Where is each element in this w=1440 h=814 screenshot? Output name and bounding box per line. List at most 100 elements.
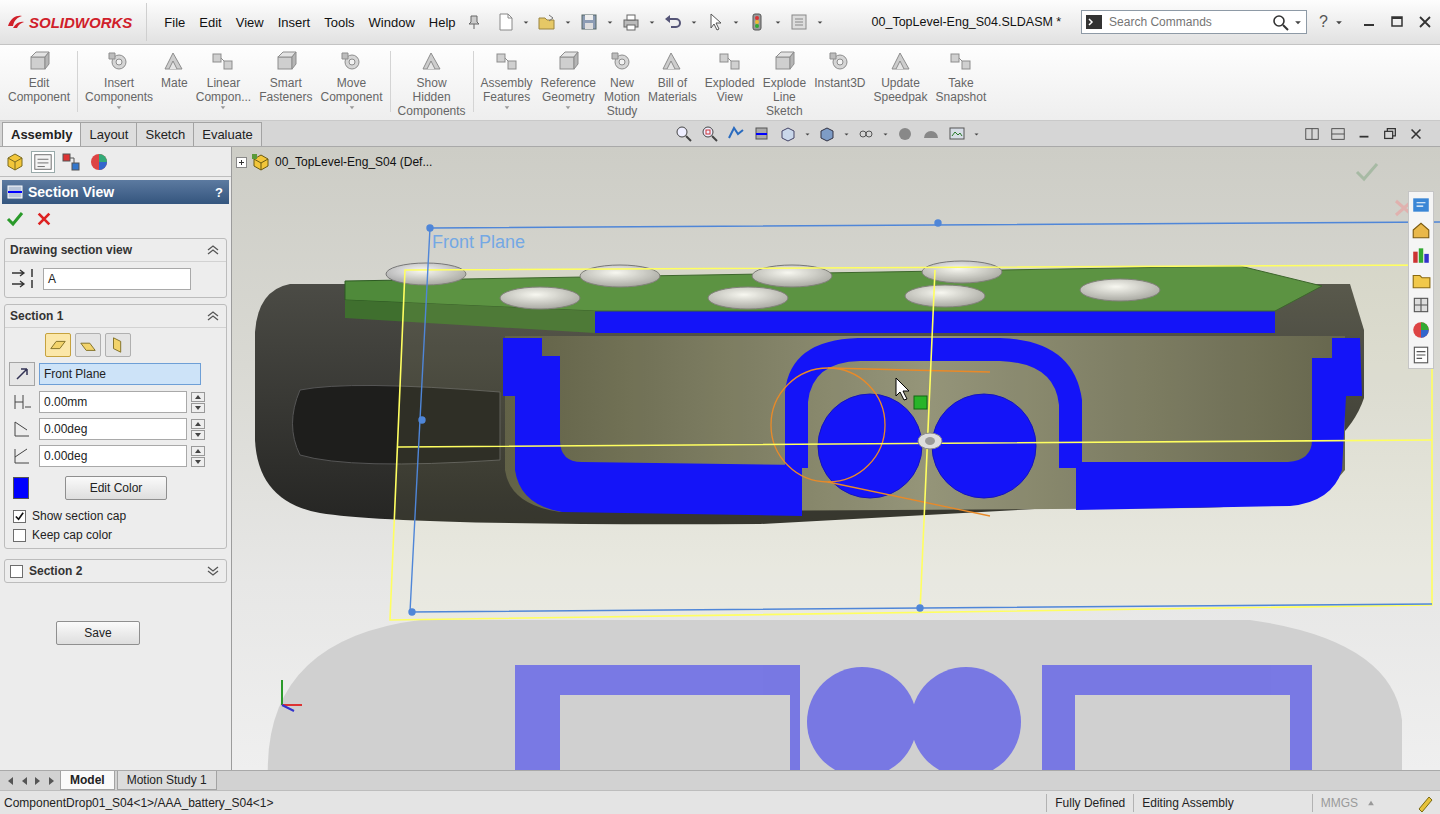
nav-first-icon[interactable] bbox=[4, 773, 16, 789]
nav-last-icon[interactable] bbox=[46, 773, 58, 789]
scene-icon[interactable] bbox=[921, 124, 941, 144]
menu-item[interactable]: Edit bbox=[192, 11, 228, 34]
home-icon[interactable] bbox=[1411, 220, 1431, 240]
dropdown-arrow-icon[interactable] bbox=[563, 104, 573, 112]
menu-item[interactable]: File bbox=[157, 11, 192, 34]
rebuild-status-icon[interactable] bbox=[1416, 794, 1434, 812]
ribbon-button[interactable]: TakeSnapshot bbox=[932, 49, 991, 104]
spinner-up-icon[interactable] bbox=[191, 419, 205, 429]
ribbon-button[interactable]: ExplodedView bbox=[701, 49, 759, 104]
command-tab[interactable]: Assembly bbox=[2, 122, 81, 146]
hide-show-icon[interactable] bbox=[856, 124, 876, 144]
ribbon-button[interactable]: Mate bbox=[157, 49, 192, 90]
reverse-direction-button[interactable] bbox=[9, 362, 35, 386]
dropdown-arrow-icon[interactable] bbox=[816, 16, 824, 28]
command-tab[interactable]: Evaluate bbox=[193, 122, 262, 146]
dropdown-arrow-icon[interactable] bbox=[973, 129, 980, 139]
ribbon-button[interactable]: ShowHiddenComponents bbox=[394, 49, 470, 118]
ribbon-button[interactable]: Instant3D bbox=[810, 49, 869, 90]
expand-plus-icon[interactable] bbox=[236, 157, 247, 168]
appearances-icon[interactable] bbox=[1411, 320, 1431, 340]
close-icon[interactable] bbox=[1408, 126, 1424, 142]
menu-item[interactable]: Help bbox=[422, 11, 463, 34]
menu-item[interactable]: Insert bbox=[271, 11, 318, 34]
tile-horizontal-icon[interactable] bbox=[1304, 126, 1320, 142]
view-palette-icon[interactable] bbox=[1411, 295, 1431, 315]
search-input[interactable] bbox=[1107, 14, 1267, 30]
view-orientation-icon[interactable] bbox=[778, 124, 798, 144]
edit-color-button[interactable]: Edit Color bbox=[65, 476, 167, 500]
file-explorer-icon[interactable] bbox=[1411, 270, 1431, 290]
dropdown-up-icon[interactable] bbox=[1366, 798, 1376, 808]
ok-check-icon[interactable] bbox=[1354, 161, 1380, 183]
plane-button[interactable] bbox=[45, 333, 71, 357]
plane-button[interactable] bbox=[105, 333, 131, 357]
dropdown-arrow-icon[interactable] bbox=[882, 129, 889, 139]
ribbon-button[interactable]: EditComponent bbox=[4, 49, 74, 104]
minimize-icon[interactable] bbox=[1356, 126, 1372, 142]
menu-item[interactable]: Window bbox=[362, 11, 422, 34]
plane-button[interactable] bbox=[75, 333, 101, 357]
magnifier-icon[interactable] bbox=[1271, 13, 1289, 31]
appearance-icon[interactable] bbox=[895, 124, 915, 144]
spinner-down-icon[interactable] bbox=[191, 430, 205, 440]
menu-item[interactable]: Tools bbox=[317, 11, 361, 34]
value-field[interactable]: 0.00mm bbox=[39, 391, 187, 413]
dropdown-arrow-icon[interactable] bbox=[1334, 16, 1344, 28]
new-document-icon[interactable] bbox=[495, 12, 515, 32]
flyout-tree[interactable]: 00_TopLevel-Eng_S04 (Def... bbox=[236, 153, 432, 171]
checkbox[interactable] bbox=[13, 529, 26, 542]
minimize-icon[interactable] bbox=[1360, 13, 1378, 31]
command-tab[interactable]: Layout bbox=[80, 122, 137, 146]
select-icon[interactable] bbox=[705, 12, 725, 32]
value-field[interactable]: 0.00deg bbox=[39, 418, 187, 440]
zoom-to-fit-icon[interactable] bbox=[674, 124, 694, 144]
dropdown-arrow-icon[interactable] bbox=[347, 104, 357, 112]
dropdown-arrow-icon[interactable] bbox=[843, 129, 850, 139]
open-icon[interactable] bbox=[537, 12, 557, 32]
rebuild-icon[interactable] bbox=[747, 12, 767, 32]
group-header[interactable]: Section 2 bbox=[5, 560, 226, 582]
design-library-icon[interactable] bbox=[1411, 245, 1431, 265]
ribbon-button[interactable]: ExplodeLineSketch bbox=[759, 49, 810, 118]
maximize-icon[interactable] bbox=[1388, 13, 1406, 31]
ribbon-button[interactable]: LinearCompon... bbox=[192, 49, 255, 112]
zoom-area-icon[interactable] bbox=[700, 124, 720, 144]
dropdown-arrow-icon[interactable] bbox=[804, 129, 811, 139]
collapse-chevron-icon[interactable] bbox=[206, 244, 220, 256]
plane-frame[interactable] bbox=[409, 220, 1440, 615]
restore-icon[interactable] bbox=[1382, 126, 1398, 142]
bottom-tab[interactable]: Model bbox=[60, 771, 115, 790]
cancel-x-icon[interactable] bbox=[36, 211, 52, 227]
reference-field[interactable]: Front Plane bbox=[39, 363, 201, 385]
value-field[interactable]: 0.00deg bbox=[39, 445, 187, 467]
dropdown-arrow-icon[interactable] bbox=[114, 104, 124, 112]
feature-manager-icon[interactable] bbox=[3, 151, 27, 173]
dropdown-arrow-icon[interactable] bbox=[732, 16, 740, 28]
help-button[interactable]: ? bbox=[215, 185, 223, 200]
drag-handle[interactable] bbox=[914, 396, 927, 409]
bottom-tab[interactable]: Motion Study 1 bbox=[117, 771, 217, 790]
menu-item[interactable]: View bbox=[229, 11, 271, 34]
display-manager-icon[interactable] bbox=[87, 151, 111, 173]
configuration-manager-icon[interactable] bbox=[59, 151, 83, 173]
ribbon-button[interactable]: UpdateSpeedpak bbox=[870, 49, 932, 104]
ok-check-icon[interactable] bbox=[6, 210, 24, 228]
spinner-up-icon[interactable] bbox=[191, 392, 205, 402]
ribbon-button[interactable]: AssemblyFeatures bbox=[477, 49, 537, 112]
ribbon-button[interactable]: Bill ofMaterials bbox=[644, 49, 701, 104]
spinner-up-icon[interactable] bbox=[191, 446, 205, 456]
property-manager-icon[interactable] bbox=[31, 151, 55, 173]
ribbon-button[interactable]: ReferenceGeometry bbox=[537, 49, 600, 112]
save-button[interactable]: Save bbox=[56, 621, 140, 645]
group-header[interactable]: Drawing section view bbox=[5, 239, 226, 262]
section-name-field[interactable]: A bbox=[43, 268, 191, 290]
section-plane[interactable] bbox=[390, 265, 1432, 620]
model-view[interactable]: Front Plane bbox=[232, 147, 1440, 770]
spinner-down-icon[interactable] bbox=[191, 403, 205, 413]
dropdown-arrow-icon[interactable] bbox=[690, 16, 698, 28]
ribbon-button[interactable]: MoveComponent bbox=[317, 49, 387, 112]
collapse-chevron-icon[interactable] bbox=[206, 310, 220, 322]
dropdown-arrow-icon[interactable] bbox=[502, 104, 512, 112]
options-icon[interactable] bbox=[789, 12, 809, 32]
